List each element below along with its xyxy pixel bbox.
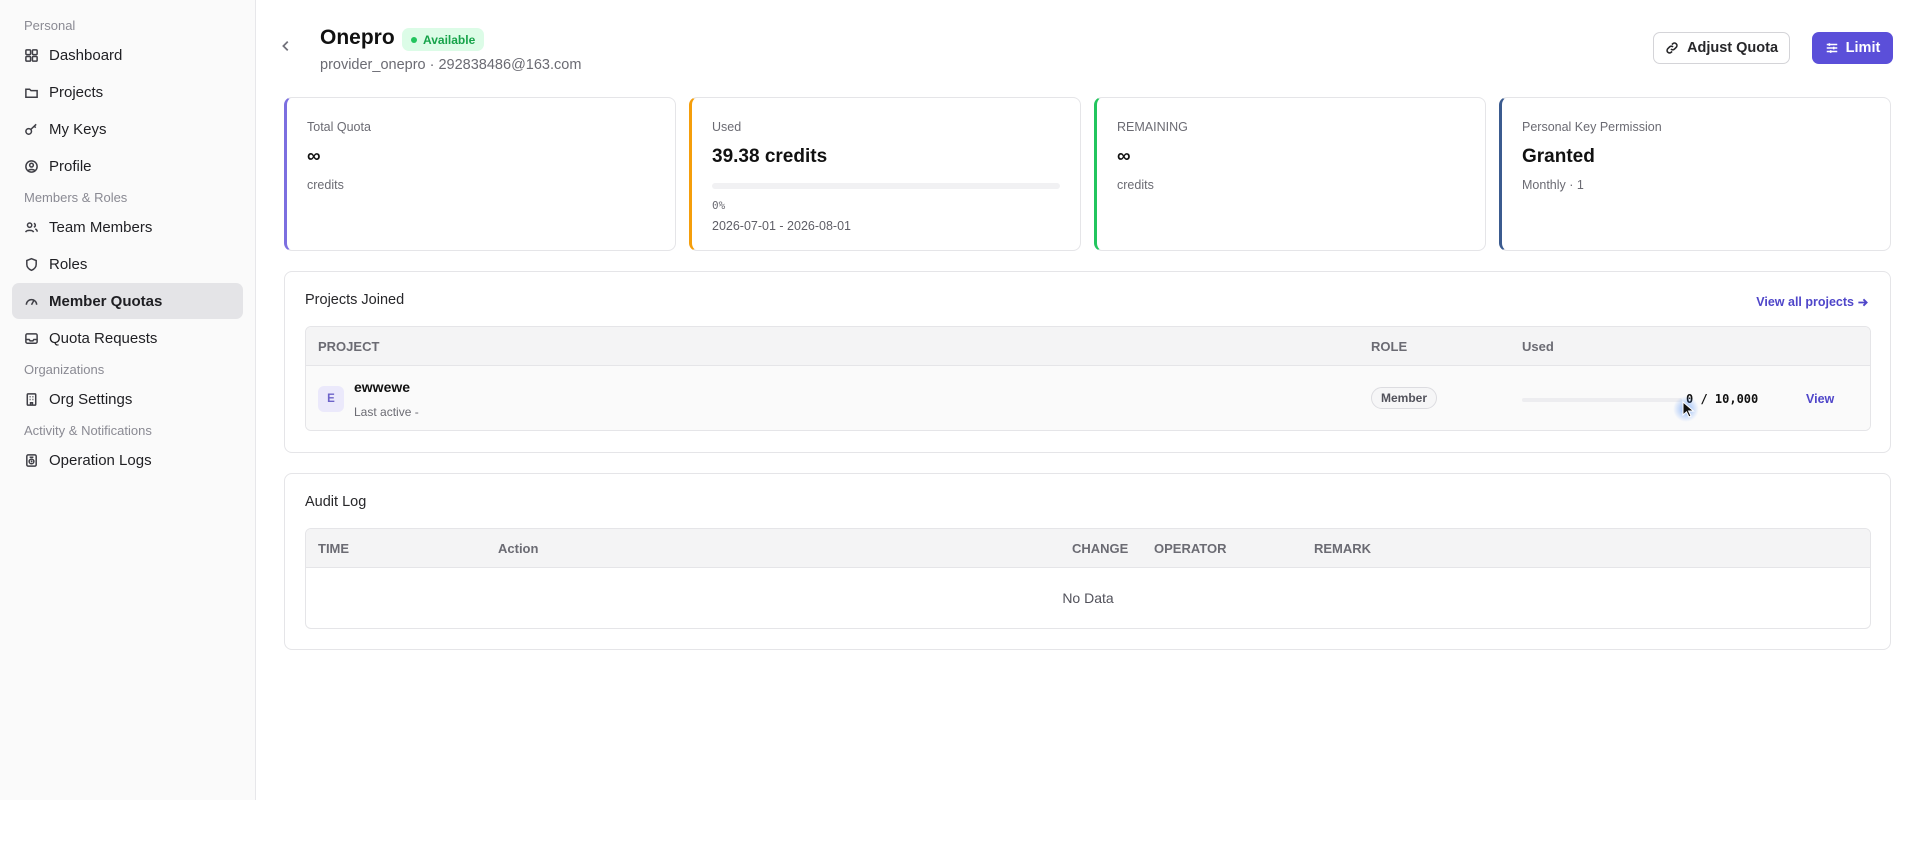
card-unit: credits — [1117, 178, 1154, 192]
sidebar-item-label: My Keys — [49, 120, 107, 138]
sidebar-group-label: Organizations — [24, 362, 105, 377]
sidebar-item-label: Dashboard — [49, 46, 123, 64]
used-date-range: 2026-07-01 - 2026-08-01 — [712, 219, 851, 233]
table-row[interactable]: E ewwewe Last active - Member 0 / 10,000… — [306, 366, 1870, 430]
remaining-card: REMAINING ∞ credits — [1094, 97, 1486, 251]
sliders-icon — [1826, 43, 1837, 53]
limit-button[interactable]: Limit — [1812, 32, 1893, 64]
sidebar-item-label: Quota Requests — [49, 329, 158, 347]
card-value: 39.38 credits — [712, 146, 828, 167]
status-dot-icon — [411, 36, 417, 43]
total-quota-card: Total Quota ∞ credits — [284, 97, 676, 251]
sidebar-item-projects[interactable]: Projects — [12, 74, 243, 110]
sidebar-item-team-members[interactable]: Team Members — [12, 209, 243, 245]
usage-progress-bar — [1522, 398, 1682, 402]
project-last-active: Last active - — [354, 405, 419, 419]
audit-log-panel: Audit Log TIME Action CHANGE OPERATOR RE… — [284, 473, 1891, 650]
key-icon — [25, 123, 37, 135]
used-progress-bar — [712, 183, 1060, 189]
user-circle-icon — [25, 159, 38, 173]
users-icon — [24, 221, 39, 233]
sidebar-item-label: Roles — [49, 255, 88, 273]
column-header-role: ROLE — [1371, 339, 1408, 354]
sidebar-item-member-quotas[interactable]: Member Quotas — [12, 283, 243, 319]
shield-icon — [26, 257, 37, 271]
project-name: ewwewe — [354, 379, 411, 395]
sidebar-item-dashboard[interactable]: Dashboard — [12, 37, 243, 73]
sidebar-item-label: Org Settings — [49, 390, 133, 408]
dashboard-grid-icon — [25, 48, 38, 62]
limit-label: Limit — [1845, 40, 1881, 56]
adjust-quota-label: Adjust Quota — [1686, 40, 1779, 56]
view-all-projects-label: View all projects — [1756, 295, 1854, 309]
empty-state: No Data — [1062, 590, 1114, 606]
sidebar-item-roles[interactable]: Roles — [12, 246, 243, 282]
panel-title: Audit Log — [305, 494, 367, 510]
used-percent: 0% — [712, 199, 726, 212]
card-detail: Monthly · 1 — [1522, 178, 1584, 192]
sidebar-group-label: Activity & Notifications — [24, 423, 152, 438]
sidebar-item-operation-logs[interactable]: Operation Logs — [12, 442, 243, 478]
sidebar-item-profile[interactable]: Profile — [12, 148, 243, 184]
page-title: Onepro — [320, 26, 395, 49]
sidebar-item-org-settings[interactable]: Org Settings — [12, 381, 243, 417]
status-badge-label: Available — [423, 32, 476, 47]
main-content: Onepro Available provider_onepro · 29283… — [256, 0, 1920, 800]
page-subtitle: provider_onepro · 292838486@163.com — [320, 57, 582, 73]
card-label: Total Quota — [307, 120, 371, 134]
sidebar-item-label: Team Members — [49, 218, 153, 236]
folder-icon — [25, 87, 38, 98]
used-card: Used 39.38 credits 0% 2026-07-01 - 2026-… — [689, 97, 1081, 251]
sidebar-item-quota-requests[interactable]: Quota Requests — [12, 320, 243, 356]
key-permission-card: Personal Key Permission Granted Monthly … — [1499, 97, 1891, 251]
log-icon — [26, 453, 37, 467]
card-label: Used — [712, 120, 742, 134]
view-project-link[interactable]: View — [1806, 392, 1834, 406]
sidebar-group-label: Personal — [24, 18, 76, 33]
panel-title: Projects Joined — [305, 292, 405, 308]
column-header-remark: REMARK — [1314, 541, 1372, 556]
projects-joined-panel: Projects Joined View all projects PROJEC… — [284, 271, 1891, 453]
arrow-right-icon — [1858, 298, 1868, 306]
sidebar: Personal Dashboard Projects My Keys Prof… — [0, 0, 256, 800]
back-button[interactable] — [276, 36, 296, 56]
sidebar-item-my-keys[interactable]: My Keys — [12, 111, 243, 147]
card-unit: credits — [307, 178, 344, 192]
column-header-project: PROJECT — [318, 339, 380, 354]
card-value: Granted — [1522, 146, 1595, 167]
card-value: ∞ — [307, 146, 321, 167]
projects-table: PROJECT ROLE Used E ewwewe Last active -… — [305, 326, 1871, 431]
sidebar-item-label: Member Quotas — [49, 292, 163, 310]
column-header-time: TIME — [318, 541, 350, 556]
table-header: TIME Action CHANGE OPERATOR REMARK — [306, 529, 1870, 568]
card-label: REMAINING — [1117, 120, 1188, 134]
chevron-left-icon — [282, 41, 289, 51]
role-badge: Member — [1371, 387, 1438, 409]
column-header-change: CHANGE — [1072, 541, 1129, 556]
column-header-operator: OPERATOR — [1154, 541, 1227, 556]
column-header-action: Action — [498, 541, 539, 556]
table-header: PROJECT ROLE Used — [306, 327, 1870, 366]
column-header-used: Used — [1522, 339, 1554, 354]
sidebar-item-label: Profile — [49, 157, 92, 175]
sidebar-item-label: Operation Logs — [49, 451, 152, 469]
building-icon — [26, 392, 37, 406]
status-badge: Available — [402, 28, 485, 51]
audit-log-table: TIME Action CHANGE OPERATOR REMARK No Da… — [305, 528, 1871, 629]
link-icon — [1666, 42, 1678, 54]
inbox-icon — [25, 332, 38, 344]
mouse-cursor-icon — [1673, 396, 1699, 422]
sidebar-group-label: Members & Roles — [24, 190, 128, 205]
gauge-icon — [25, 298, 38, 305]
project-avatar: E — [318, 386, 344, 412]
sidebar-item-label: Projects — [49, 83, 104, 101]
card-value: ∞ — [1117, 146, 1131, 167]
view-all-projects-link[interactable]: View all projects — [1756, 295, 1868, 309]
adjust-quota-button[interactable]: Adjust Quota — [1653, 32, 1790, 64]
card-label: Personal Key Permission — [1522, 120, 1662, 134]
